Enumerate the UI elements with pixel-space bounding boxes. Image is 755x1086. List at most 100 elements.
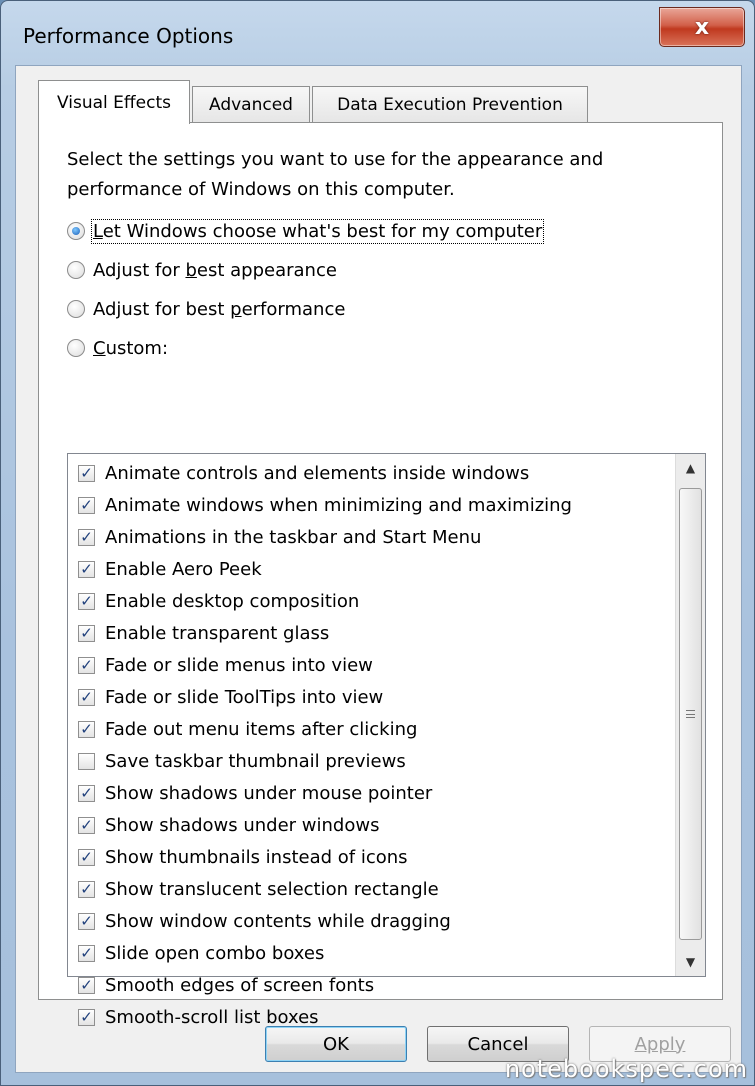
- description-text: Select the settings you want to use for …: [67, 149, 604, 200]
- triangle-down-icon: ▼: [685, 955, 696, 969]
- effect-item[interactable]: ✓ Smooth-scroll list boxes: [68, 1001, 676, 1033]
- effect-checkbox[interactable]: ✓: [78, 623, 95, 642]
- effect-item[interactable]: ✓ Show shadows under mouse pointer: [68, 777, 676, 809]
- effect-label: Animate controls and elements inside win…: [105, 462, 530, 484]
- effects-items: ✓ Animate controls and elements inside wi…: [68, 454, 676, 1033]
- effect-item[interactable]: ✓ Enable Aero Peek: [68, 553, 676, 585]
- effect-item[interactable]: ✓ Enable desktop composition: [68, 585, 676, 617]
- effect-checkbox[interactable]: ✓: [78, 527, 95, 546]
- checkmark-icon: ✓: [80, 495, 93, 514]
- checkmark-icon: ✓: [80, 911, 93, 930]
- tab-label: Visual Effects: [57, 92, 171, 113]
- effect-item[interactable]: ✓ Fade or slide menus into view: [68, 649, 676, 681]
- checkmark-icon: ✓: [80, 527, 93, 546]
- button-label: Apply: [634, 1033, 686, 1055]
- effect-item[interactable]: ✓ Smooth edges of screen fonts: [68, 969, 676, 1001]
- button-label: OK: [323, 1033, 349, 1055]
- effect-checkbox[interactable]: ✓: [78, 719, 95, 738]
- tab-visual-effects[interactable]: Visual Effects: [38, 80, 190, 124]
- scroll-down-button[interactable]: ▼: [676, 948, 705, 976]
- performance-options-window: Performance Options x Visual Effects Adv…: [0, 0, 755, 1086]
- radio-button[interactable]: [67, 300, 85, 318]
- radio-let-windows-choose[interactable]: Let Windows choose what's best for my co…: [67, 216, 545, 246]
- effect-label: Show shadows under windows: [105, 814, 380, 836]
- checkmark-icon: ✓: [80, 463, 93, 482]
- effect-label: Animations in the taskbar and Start Menu: [105, 526, 482, 548]
- effect-item[interactable]: ✓ Show window contents while dragging: [68, 905, 676, 937]
- tab-advanced[interactable]: Advanced: [192, 86, 310, 122]
- radio-button[interactable]: [67, 222, 85, 240]
- radio-best-performance[interactable]: Adjust for best performance: [67, 294, 345, 324]
- checkmark-icon: ✓: [80, 975, 93, 994]
- effect-checkbox[interactable]: ✓: [78, 591, 95, 610]
- vertical-scrollbar[interactable]: ▲ ▼: [675, 454, 705, 976]
- effect-checkbox[interactable]: ✓: [78, 911, 95, 930]
- effect-checkbox[interactable]: [78, 752, 95, 770]
- radio-button[interactable]: [67, 339, 85, 357]
- effect-item[interactable]: ✓ Animations in the taskbar and Start Men…: [68, 521, 676, 553]
- radio-label: Adjust for best appearance: [93, 259, 337, 281]
- checkmark-icon: ✓: [80, 1007, 93, 1026]
- effect-checkbox[interactable]: ✓: [78, 879, 95, 898]
- effect-label: Animate windows when minimizing and maxi…: [105, 494, 572, 516]
- effect-checkbox[interactable]: ✓: [78, 656, 95, 674]
- watermark: notebookspec.com: [504, 1055, 748, 1083]
- effect-item[interactable]: ✓ Show translucent selection rectangle: [68, 873, 676, 905]
- effect-checkbox[interactable]: ✓: [78, 847, 95, 866]
- close-icon: x: [694, 14, 710, 40]
- effect-label: Save taskbar thumbnail previews: [105, 750, 406, 772]
- dialog-client-area: Visual Effects Advanced Data Execution P…: [15, 65, 742, 1073]
- checkmark-icon: ✓: [80, 687, 93, 706]
- effect-item[interactable]: ✓ Enable transparent glass: [68, 617, 676, 649]
- tab-label: Data Execution Prevention: [337, 94, 563, 115]
- effect-label: Fade or slide ToolTips into view: [105, 686, 384, 708]
- radio-button[interactable]: [67, 261, 85, 279]
- effect-checkbox[interactable]: ✓: [78, 975, 95, 994]
- checkmark-icon: ✓: [80, 591, 93, 610]
- scrollbar-thumb[interactable]: [679, 488, 702, 940]
- effect-checkbox[interactable]: ✓: [78, 687, 95, 706]
- effect-checkbox[interactable]: ✓: [78, 1007, 95, 1026]
- effect-item[interactable]: ✓ Fade or slide ToolTips into view: [68, 681, 676, 713]
- effect-checkbox[interactable]: ✓: [78, 495, 95, 514]
- checkmark-icon: ✓: [80, 815, 93, 834]
- checkmark-icon: ✓: [80, 719, 93, 738]
- effect-checkbox[interactable]: ✓: [78, 783, 95, 802]
- effect-item[interactable]: ✓ Show shadows under windows: [68, 809, 676, 841]
- effect-item[interactable]: ✓ Animate windows when minimizing and max…: [68, 489, 676, 521]
- checkmark-icon: ✓: [80, 847, 93, 866]
- effect-label: Show translucent selection rectangle: [105, 878, 439, 900]
- tab-data-execution-prevention[interactable]: Data Execution Prevention: [312, 86, 588, 122]
- effect-label: Fade or slide menus into view: [105, 654, 373, 676]
- close-button[interactable]: x: [659, 7, 745, 47]
- visual-effects-list[interactable]: ✓ Animate controls and elements inside wi…: [67, 453, 706, 1028]
- radio-custom[interactable]: Custom:: [67, 333, 168, 363]
- window-title: Performance Options: [23, 24, 234, 48]
- radio-best-appearance[interactable]: Adjust for best appearance: [67, 255, 337, 285]
- effect-label: Fade out menu items after clicking: [105, 718, 418, 740]
- effect-label: Show shadows under mouse pointer: [105, 782, 433, 804]
- scroll-up-button[interactable]: ▲: [676, 454, 705, 482]
- triangle-up-icon: ▲: [685, 461, 696, 475]
- effect-label: Smooth-scroll list boxes: [105, 1006, 319, 1028]
- effect-item[interactable]: ✓ Fade out menu items after clicking: [68, 713, 676, 745]
- effect-checkbox[interactable]: ✓: [78, 463, 95, 482]
- grip-icon: [686, 710, 695, 718]
- checkmark-icon: ✓: [80, 623, 93, 642]
- checkmark-icon: ✓: [80, 783, 93, 802]
- radio-label: Custom:: [93, 337, 169, 359]
- effect-item[interactable]: ✓ Show thumbnails instead of icons: [68, 841, 676, 873]
- effect-checkbox[interactable]: ✓: [78, 560, 95, 578]
- effect-item[interactable]: Save taskbar thumbnail previews: [68, 745, 676, 777]
- effect-label: Enable Aero Peek: [105, 558, 262, 580]
- effect-label: Enable transparent glass: [105, 622, 330, 644]
- tab-label: Advanced: [209, 94, 293, 115]
- effect-item[interactable]: ✓ Slide open combo boxes: [68, 937, 676, 969]
- effect-label: Enable desktop composition: [105, 590, 360, 612]
- effect-checkbox[interactable]: ✓: [78, 815, 95, 834]
- checkmark-icon: ✓: [80, 879, 93, 898]
- effect-label: Show window contents while dragging: [105, 910, 451, 932]
- radio-label: Let Windows choose what's best for my co…: [90, 218, 545, 244]
- effect-item[interactable]: ✓ Animate controls and elements inside wi…: [68, 457, 676, 489]
- effect-checkbox[interactable]: ✓: [78, 944, 95, 962]
